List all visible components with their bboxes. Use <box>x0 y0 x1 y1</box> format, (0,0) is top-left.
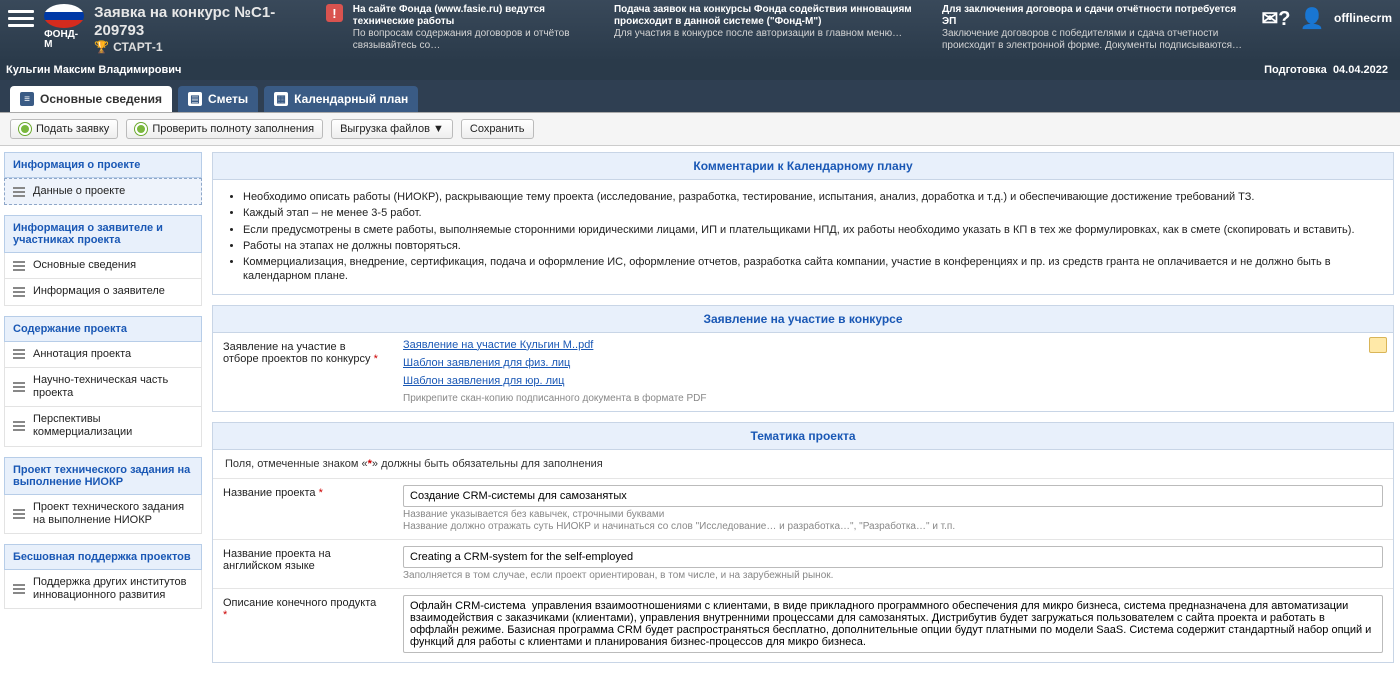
required-fields-note: Поля, отмеченные знаком «*» должны быть … <box>213 450 1393 478</box>
logo-text: ФОНД-М <box>44 30 84 50</box>
list-icon <box>13 287 25 297</box>
submit-button[interactable]: Подать заявку <box>10 119 118 139</box>
sidebar: Информация о проекте Данные о проекте Ин… <box>0 146 202 619</box>
header-info: На сайте Фонда (www.fasie.ru) ведутся те… <box>353 4 1252 52</box>
app-logo: ФОНД-М <box>44 4 84 50</box>
panel-application: Заявление на участие в конкурсе Заявлени… <box>212 305 1394 412</box>
check-button[interactable]: Проверить полноту заполнения <box>126 119 323 139</box>
warning-icon[interactable]: ! <box>326 4 343 22</box>
side-group-seamless: Бесшовная поддержка проектов <box>4 544 202 570</box>
person-name: Кульгин Максим Владимирович <box>6 64 181 76</box>
side-item-annotation[interactable]: Аннотация проекта <box>4 342 202 368</box>
list-icon <box>13 509 25 519</box>
tab-calendar-plan[interactable]: ▦ Календарный план <box>264 86 418 112</box>
tab-label: Календарный план <box>294 92 408 106</box>
info3-bold: Для заключения договора и сдачи отчётнос… <box>942 4 1252 28</box>
project-name-label: Название проекта * <box>213 479 393 539</box>
side-item-applicant[interactable]: Информация о заявителе <box>4 279 202 305</box>
info3-text: Заключение договоров с победителями и сд… <box>942 28 1252 52</box>
side-item-tz[interactable]: Проект технического задания на выполнени… <box>4 495 202 534</box>
info2-bold: Подача заявок на конкурсы Фонда содейств… <box>614 4 924 28</box>
trophy-icon: 🏆 <box>94 40 109 54</box>
side-item-commercialization[interactable]: Перспективы коммерциализации <box>4 407 202 446</box>
list-icon <box>13 349 25 359</box>
note-icon[interactable] <box>1369 337 1387 353</box>
comment-item: Если предусмотрены в смете работы, выпол… <box>243 223 1381 237</box>
app-title: Заявка на конкурс №С1-209793 <box>94 4 310 40</box>
main-area: Комментарии к Календарному плану Необход… <box>202 146 1400 679</box>
subheader: Кульгин Максим Владимирович Подготовка 0… <box>0 62 1400 80</box>
username: offlinecrm <box>1334 11 1392 25</box>
tab-label: Основные сведения <box>40 92 162 106</box>
tabs-bar: ≡ Основные сведения ▤ Сметы ▦ Календарный п… <box>0 80 1400 113</box>
application-label: Заявление на участие в отборе проектов п… <box>213 333 393 411</box>
side-item-project-data[interactable]: Данные о проекте <box>4 178 202 205</box>
panel-comments: Комментарии к Календарному плану Необход… <box>212 152 1394 295</box>
app-subtitle: СТАРТ-1 <box>113 40 162 54</box>
panel-application-title: Заявление на участие в конкурсе <box>213 306 1393 333</box>
tab-main-info[interactable]: ≡ Основные сведения <box>10 86 172 112</box>
panel-topic-title: Тематика проекта <box>213 423 1393 450</box>
status-date: 04.04.2022 <box>1333 64 1388 76</box>
list-icon <box>13 421 25 431</box>
project-name-en-hint: Заполняется в том случае, если проект ор… <box>403 570 1383 582</box>
side-item-other-support[interactable]: Поддержка других институтов инновационно… <box>4 570 202 609</box>
messages-icon[interactable]: ✉? <box>1262 4 1290 32</box>
comment-item: Работы на этапах не должны повторяться. <box>243 239 1381 253</box>
export-files-button[interactable]: Выгрузка файлов ▼ <box>331 119 453 139</box>
application-hint: Прикрепите скан-копию подписанного докум… <box>403 393 1383 405</box>
side-group-project-info: Информация о проекте <box>4 152 202 178</box>
title-block: Заявка на конкурс №С1-209793 🏆 СТАРТ-1 <box>94 4 310 54</box>
comment-item: Коммерциализация, внедрение, сертификаци… <box>243 255 1381 284</box>
info1-bold: На сайте Фонда (www.fasie.ru) ведутся те… <box>353 4 596 28</box>
comments-list: Необходимо описать работы (НИОКР), раскр… <box>225 190 1381 284</box>
template-individual-link[interactable]: Шаблон заявления для физ. лиц <box>403 357 1383 369</box>
project-name-input[interactable] <box>403 485 1383 507</box>
comment-item: Каждый этап – не менее 3-5 работ. <box>243 206 1381 220</box>
toolbar: Подать заявку Проверить полноту заполнен… <box>0 113 1400 146</box>
product-desc-textarea[interactable] <box>403 595 1383 653</box>
calendar-icon: ▦ <box>274 92 288 106</box>
app-header: ФОНД-М Заявка на конкурс №С1-209793 🏆 СТ… <box>0 0 1400 62</box>
doc-icon: ≡ <box>20 92 34 106</box>
list-icon <box>13 187 25 197</box>
status-label: Подготовка <box>1264 64 1327 76</box>
panel-comments-title: Комментарии к Календарному плану <box>213 153 1393 180</box>
user-icon[interactable]: 👤 <box>1298 4 1326 32</box>
template-legal-link[interactable]: Шаблон заявления для юр. лиц <box>403 375 1383 387</box>
panel-topic: Тематика проекта Поля, отмеченные знаком… <box>212 422 1394 663</box>
side-item-main-info[interactable]: Основные сведения <box>4 253 202 279</box>
list-icon <box>13 261 25 271</box>
side-group-tz: Проект технического задания на выполнени… <box>4 457 202 495</box>
project-name-hint: Название указывается без кавычек, строчн… <box>403 509 1383 533</box>
tab-estimates[interactable]: ▤ Сметы <box>178 86 258 112</box>
side-item-scitech[interactable]: Научно-техническая часть проекта <box>4 368 202 407</box>
info2-text: Для участия в конкурсе после авторизации… <box>614 28 924 40</box>
info1-text: По вопросам содержания договоров и отчёт… <box>353 28 596 52</box>
save-button[interactable]: Сохранить <box>461 119 534 139</box>
side-group-applicant-info: Информация о заявителе и участниках прое… <box>4 215 202 253</box>
side-group-project-content: Содержание проекта <box>4 316 202 342</box>
list-icon <box>13 382 25 392</box>
menu-hamburger-icon[interactable] <box>8 4 34 32</box>
project-name-en-input[interactable] <box>403 546 1383 568</box>
application-file-link[interactable]: Заявление на участие Кульгин М..pdf <box>403 339 1383 351</box>
tab-label: Сметы <box>208 92 248 106</box>
list-icon <box>13 584 25 594</box>
comment-item: Необходимо описать работы (НИОКР), раскр… <box>243 190 1381 204</box>
product-desc-label: Описание конечного продукта * <box>213 589 393 662</box>
sheet-icon: ▤ <box>188 92 202 106</box>
project-name-en-label: Название проекта на английском языке <box>213 540 393 588</box>
